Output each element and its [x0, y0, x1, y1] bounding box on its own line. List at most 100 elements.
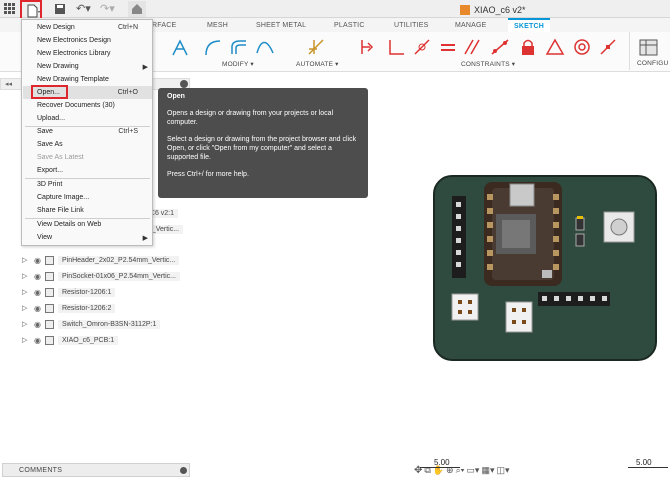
menu-item-label: Save	[37, 128, 53, 135]
tree-label[interactable]: XIAO_c6_PCB:1	[57, 335, 119, 345]
tab-sketch[interactable]: SKETCH	[508, 18, 550, 32]
group-automate[interactable]: AUTOMATE ▾	[296, 60, 339, 68]
save-icon[interactable]	[54, 3, 66, 17]
concentric-icon[interactable]	[572, 37, 592, 57]
led	[577, 216, 583, 219]
menu-save-as[interactable]: Save As	[23, 138, 152, 151]
collapse-icon[interactable]: ◂◂	[5, 80, 12, 88]
fix-constraint-icon[interactable]	[358, 37, 378, 57]
group-configure[interactable]: CONFIGU	[637, 60, 668, 67]
parallel-icon[interactable]	[462, 37, 482, 57]
pin-header-2x2-b	[505, 301, 533, 333]
expand-icon[interactable]: ▷	[22, 304, 30, 312]
tree-row[interactable]: ▷ ◉ Switch_Omron-B3SN-3112P:1	[22, 317, 197, 331]
arc-icon[interactable]	[203, 37, 223, 57]
lock-icon[interactable]	[518, 37, 538, 57]
component-icon	[44, 335, 54, 345]
menu-new-design[interactable]: New Design Ctrl+N	[23, 21, 152, 34]
eye-icon[interactable]: ◉	[34, 304, 41, 313]
expand-icon[interactable]: ▷	[22, 336, 30, 344]
menu-recover-documents[interactable]: Recover Documents (30)	[23, 99, 152, 112]
xiao-module	[484, 182, 562, 286]
expand-icon[interactable]: ▷	[22, 320, 30, 328]
cube-icon	[460, 4, 470, 15]
menu-save[interactable]: Save Ctrl+S	[23, 125, 152, 138]
menu-view-details-on-web[interactable]: View Details on Web	[23, 218, 152, 231]
expand-icon[interactable]: ▷	[22, 256, 30, 264]
application-bar: ↶▾ ↷▾ XIAO_c6 v2*	[0, 0, 670, 22]
display-settings-icon[interactable]: ▭▾	[466, 465, 479, 476]
menu-item-label: New Drawing	[37, 63, 79, 70]
undo-icon[interactable]: ↶▾	[76, 2, 91, 15]
menu-3d-print[interactable]: 3D Print	[23, 178, 152, 191]
eye-icon[interactable]: ◉	[34, 272, 41, 281]
spline-icon[interactable]	[255, 37, 275, 57]
menu-new-electronics-design[interactable]: New Electronics Design	[23, 34, 152, 47]
menu-open[interactable]: Open... Ctrl+O	[23, 85, 152, 99]
midpoint-icon[interactable]	[598, 37, 618, 57]
comments-toggle-icon[interactable]	[180, 467, 187, 474]
resistor-2	[575, 233, 585, 247]
tab-manage[interactable]: MANAGE	[455, 18, 487, 32]
document-tab[interactable]: XIAO_c6 v2*	[460, 2, 526, 17]
equal-icon[interactable]	[438, 37, 458, 57]
menu-upload[interactable]: Upload...	[23, 112, 152, 125]
redo-icon[interactable]: ↷▾	[100, 2, 115, 15]
group-modify[interactable]: MODIFY ▾	[222, 60, 254, 68]
group-constraints[interactable]: CONSTRAINTS ▾	[461, 60, 515, 68]
tab-surface[interactable]: RFACE	[152, 18, 176, 32]
tab-mesh[interactable]: MESH	[207, 18, 228, 32]
tooltip-help: Press Ctrl+/ for more help.	[167, 171, 249, 178]
tree-label[interactable]: Resistor-1206:1	[57, 287, 116, 297]
tab-sheet-metal[interactable]: SHEET METAL	[256, 18, 306, 32]
close-panel-icon[interactable]	[180, 80, 188, 88]
eye-icon[interactable]: ◉	[34, 288, 41, 297]
triangle-icon[interactable]	[545, 37, 565, 57]
tree-row[interactable]: ▷ ◉ XIAO_c6_PCB:1	[22, 333, 197, 347]
open-tooltip: Open Opens a design or drawing from your…	[158, 88, 368, 198]
tree-row[interactable]: ▷ ◉ PinSocket-01x06_P2.54mm_Vertic...	[22, 269, 197, 283]
pcb-model[interactable]	[432, 174, 658, 362]
tree-row[interactable]: ▷ ◉ Resistor-1206:2	[22, 301, 197, 315]
expand-icon[interactable]: ▷	[22, 272, 30, 280]
tab-plastic[interactable]: PLASTIC	[334, 18, 365, 32]
tree-label[interactable]: PinSocket-01x06_P2.54mm_Vertic...	[57, 271, 180, 281]
automate-icon[interactable]	[306, 37, 326, 57]
menu-view[interactable]: View ▶	[23, 231, 152, 244]
menu-item-label: New Drawing Template	[37, 76, 109, 83]
menu-save-as-latest: Save As Latest	[23, 151, 152, 164]
eye-icon[interactable]: ◉	[34, 256, 41, 265]
dimension-icon[interactable]	[170, 37, 195, 57]
menu-item-label: Recover Documents (30)	[37, 102, 115, 109]
eye-icon[interactable]: ◉	[34, 320, 41, 329]
menu-new-drawing[interactable]: New Drawing ▶	[23, 60, 152, 73]
collinear-icon[interactable]	[490, 37, 510, 57]
grid-menu-icon[interactable]	[4, 3, 16, 17]
tree-label[interactable]: Resistor-1206:2	[57, 303, 116, 313]
tab-utilities[interactable]: UTILITIES	[394, 18, 428, 32]
menu-share-file-link[interactable]: Share File Link	[23, 204, 152, 217]
pin-header-bottom	[538, 292, 610, 306]
viewports-icon[interactable]: ◫▾	[496, 465, 509, 476]
menu-item-label: View Details on Web	[37, 221, 102, 228]
dimension-line	[628, 467, 668, 468]
home-icon[interactable]	[128, 1, 146, 17]
coincident-icon[interactable]	[412, 37, 432, 57]
menu-new-electronics-library[interactable]: New Electronics Library	[23, 47, 152, 60]
perpendicular-icon[interactable]	[386, 37, 406, 57]
tree-row[interactable]: ▷ ◉ Resistor-1206:1	[22, 285, 197, 299]
tree-label[interactable]: PinHeader_2x02_P2.54mm_Vertic...	[57, 255, 180, 265]
configure-icon[interactable]	[638, 37, 660, 57]
offset-icon[interactable]	[228, 37, 248, 57]
highlight-box	[31, 85, 68, 99]
comments-panel[interactable]: COMMENTS	[2, 463, 190, 477]
expand-icon[interactable]: ▷	[22, 288, 30, 296]
tree-row[interactable]: ▷ ◉ PinHeader_2x02_P2.54mm_Vertic...	[22, 253, 197, 267]
eye-icon[interactable]: ◉	[34, 336, 41, 345]
tree-label[interactable]: Switch_Omron-B3SN-3112P:1	[57, 319, 161, 329]
menu-capture-image[interactable]: Capture Image...	[23, 191, 152, 204]
pin-header-left	[452, 196, 466, 278]
menu-export[interactable]: Export...	[23, 164, 152, 177]
tooltip-title: Open	[167, 93, 185, 100]
grid-icon[interactable]: ▦▾	[481, 465, 494, 476]
